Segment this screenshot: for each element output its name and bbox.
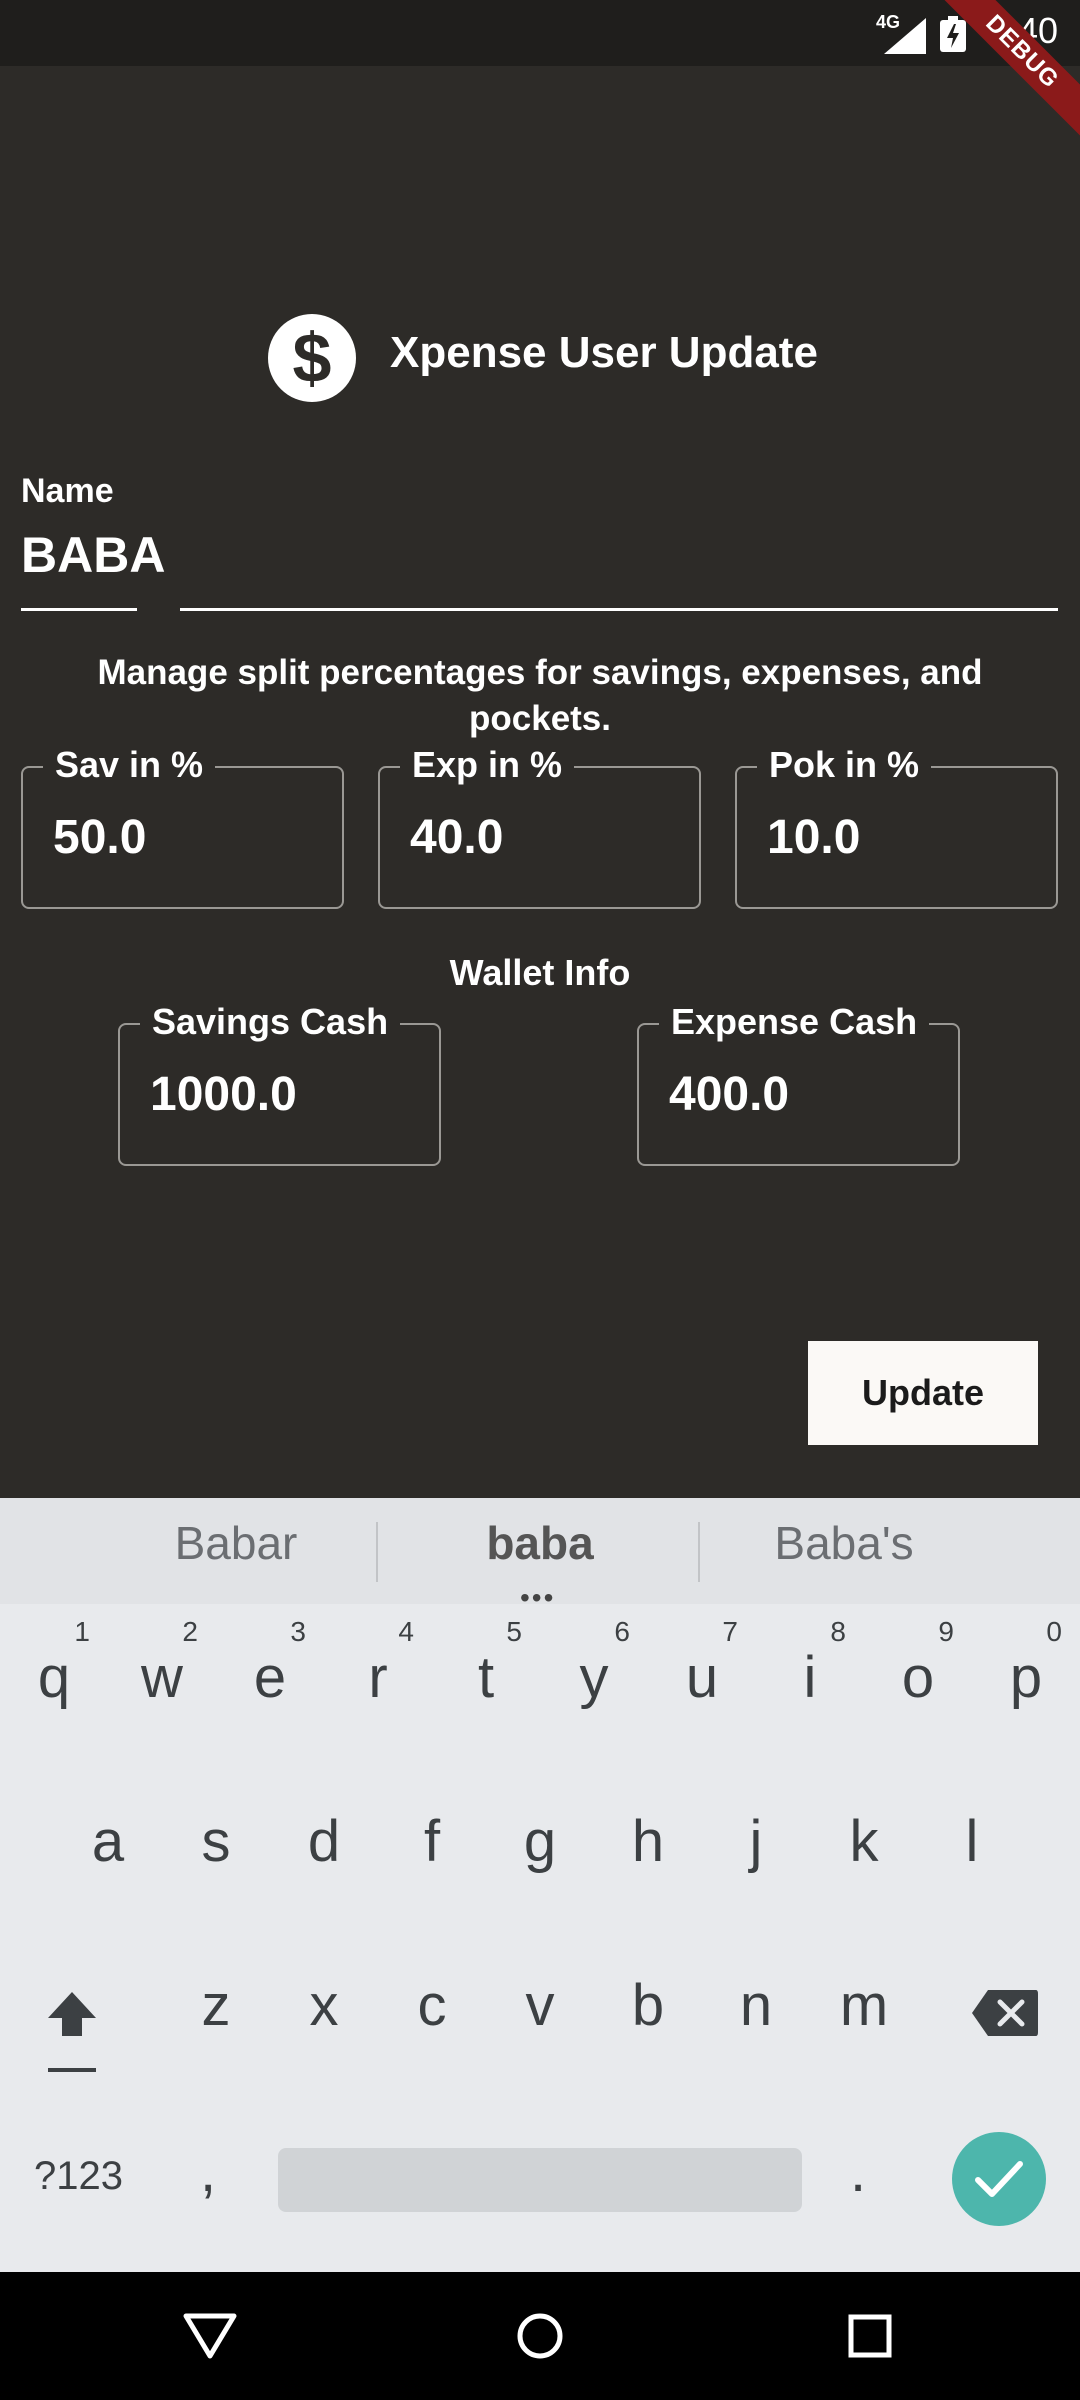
- expense-cash-field[interactable]: Expense Cash 400.0: [637, 1001, 960, 1166]
- suggestion-strip: Babar baba Baba's •••: [0, 1498, 1080, 1613]
- shift-icon[interactable]: [44, 1988, 100, 2044]
- wallet-title: Wallet Info: [449, 952, 631, 993]
- key-e[interactable]: 3e: [216, 1604, 324, 1754]
- key-n[interactable]: n: [702, 1932, 810, 2082]
- field-value[interactable]: 40.0: [410, 810, 503, 865]
- symbols-key[interactable]: ?123: [34, 2154, 123, 2199]
- check-icon: [975, 2161, 1023, 2197]
- field-label: Expense Cash: [659, 1001, 930, 1043]
- field-label: Sav in %: [43, 744, 216, 786]
- field-label: Pok in %: [757, 744, 932, 786]
- key-o[interactable]: 9o: [864, 1604, 972, 1754]
- field-label: Exp in %: [400, 744, 575, 786]
- key-k[interactable]: k: [810, 1768, 918, 1918]
- field-value[interactable]: 10.0: [767, 810, 860, 865]
- key-m[interactable]: m: [810, 1932, 918, 2082]
- name-underline: [180, 608, 1058, 611]
- signal-icon: [884, 18, 926, 54]
- pocket-percent-field[interactable]: Pok in % 10.0: [735, 744, 1058, 909]
- dollar-icon: $: [268, 314, 356, 402]
- space-key[interactable]: [278, 2148, 802, 2212]
- key-l[interactable]: l: [918, 1768, 1026, 1918]
- period-key[interactable]: .: [850, 2138, 866, 2205]
- app-body: $ Xpense User Update Name BABA Manage sp…: [0, 66, 1080, 1498]
- page-title: Xpense User Update: [390, 328, 818, 377]
- key-h[interactable]: h: [594, 1768, 702, 1918]
- update-button[interactable]: Update: [808, 1341, 1038, 1445]
- field-value[interactable]: 1000.0: [150, 1067, 297, 1122]
- key-w[interactable]: 2w: [108, 1604, 216, 1754]
- key-c[interactable]: c: [378, 1932, 486, 2082]
- navigation-bar: [0, 2272, 1080, 2400]
- key-d[interactable]: d: [270, 1768, 378, 1918]
- field-value[interactable]: 400.0: [669, 1067, 789, 1122]
- key-i[interactable]: 8i: [756, 1604, 864, 1754]
- key-j[interactable]: j: [702, 1768, 810, 1918]
- key-a[interactable]: a: [54, 1768, 162, 1918]
- soft-keyboard: Babar baba Baba's ••• 1q 2w 3e 4r 5t 6y …: [0, 1498, 1080, 2272]
- key-s[interactable]: s: [162, 1768, 270, 1918]
- divider: [376, 1522, 378, 1582]
- split-description: Manage split percentages for savings, ex…: [97, 653, 983, 738]
- suggestion-item[interactable]: baba: [390, 1516, 690, 1570]
- name-label: Name: [21, 472, 114, 510]
- key-q[interactable]: 1q: [0, 1604, 108, 1754]
- app-header: $ Xpense User Update: [0, 314, 1080, 426]
- shift-indicator: [48, 2068, 96, 2072]
- recents-icon[interactable]: [848, 2314, 892, 2358]
- key-y[interactable]: 6y: [540, 1604, 648, 1754]
- name-underline: [21, 608, 137, 611]
- comma-key[interactable]: ,: [200, 2138, 216, 2205]
- suggestion-item[interactable]: Baba's: [694, 1516, 994, 1570]
- key-r[interactable]: 4r: [324, 1604, 432, 1754]
- battery-icon: [940, 16, 966, 52]
- name-input[interactable]: BABA: [21, 526, 165, 584]
- savings-cash-field[interactable]: Savings Cash 1000.0: [118, 1001, 441, 1166]
- key-z[interactable]: z: [162, 1932, 270, 2082]
- home-icon[interactable]: [516, 2312, 564, 2360]
- enter-key[interactable]: [952, 2132, 1046, 2226]
- key-t[interactable]: 5t: [432, 1604, 540, 1754]
- backspace-icon[interactable]: [970, 1988, 1040, 2038]
- key-u[interactable]: 7u: [648, 1604, 756, 1754]
- field-value[interactable]: 50.0: [53, 810, 146, 865]
- expense-percent-field[interactable]: Exp in % 40.0: [378, 744, 701, 909]
- key-g[interactable]: g: [486, 1768, 594, 1918]
- field-label: Savings Cash: [140, 1001, 401, 1043]
- key-p[interactable]: 0p: [972, 1604, 1080, 1754]
- back-icon[interactable]: [182, 2312, 238, 2360]
- key-b[interactable]: b: [594, 1932, 702, 2082]
- key-x[interactable]: x: [270, 1932, 378, 2082]
- savings-percent-field[interactable]: Sav in % 50.0: [21, 744, 344, 909]
- key-v[interactable]: v: [486, 1932, 594, 2082]
- status-bar: 4G 3:40 DEBUG: [0, 0, 1080, 150]
- key-f[interactable]: f: [378, 1768, 486, 1918]
- suggestion-item[interactable]: Babar: [86, 1516, 386, 1570]
